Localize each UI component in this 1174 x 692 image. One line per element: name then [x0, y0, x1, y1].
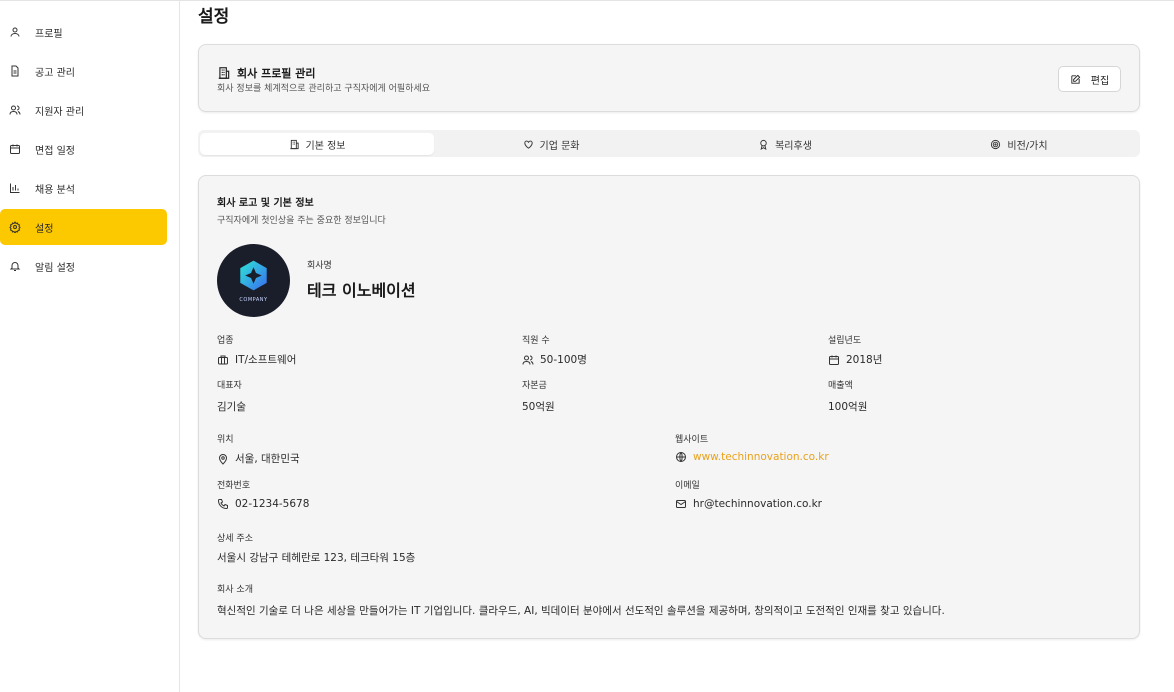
tab-vision[interactable]: 비전/가치 — [902, 133, 1136, 155]
revenue-value: 100억원 — [828, 401, 868, 413]
award-icon — [760, 139, 767, 150]
logo-mark-icon — [240, 260, 267, 291]
gear-icon — [9, 221, 21, 233]
capital-label: 자본금 — [522, 381, 547, 391]
document-icon — [9, 65, 21, 77]
company-name-label: 회사명 — [307, 261, 332, 271]
profile-card-heading: 회사 프로필 관리 — [217, 65, 316, 81]
sidebar-item-label: 지원자 관리 — [35, 106, 85, 118]
founded-value: 2018년 — [828, 352, 882, 367]
target-icon — [991, 139, 1001, 149]
tab-label: 복리후생 — [775, 140, 812, 152]
website-value[interactable]: www.techinnovation.co.kr — [675, 451, 829, 463]
calendar-icon — [9, 143, 21, 155]
employees-value: 50-100명 — [522, 352, 587, 367]
bell-icon — [9, 260, 21, 272]
briefcase-icon — [218, 355, 228, 364]
logo-text: COMPANY — [239, 297, 268, 303]
company-logo: COMPANY — [217, 244, 290, 317]
sidebar-item-label: 면접 일정 — [35, 145, 75, 157]
employees-text: 50-100명 — [540, 354, 587, 366]
location-label: 위치 — [217, 435, 234, 445]
users-icon — [9, 104, 21, 116]
sidebar-item-notifications[interactable]: 알림 설정 — [0, 248, 167, 284]
sidebar-item-profile[interactable]: 프로필 — [0, 14, 167, 50]
intro-text: 혁신적인 기술로 더 나은 세상을 만들어가는 IT 기업입니다. 클라우드, … — [217, 605, 945, 617]
page-title: 설정 — [198, 7, 230, 27]
edit-icon — [1071, 74, 1081, 84]
users-icon — [522, 355, 534, 365]
building-icon — [218, 67, 230, 79]
user-icon — [9, 26, 21, 38]
founded-text: 2018년 — [846, 354, 883, 366]
bar-chart-icon — [9, 182, 21, 194]
phone-icon — [217, 499, 228, 510]
address-label: 상세 주소 — [217, 534, 253, 544]
sidebar-item-analytics[interactable]: 채용 분석 — [0, 170, 167, 206]
company-info-card: 회사 로고 및 기본 정보 구직자에게 첫인상을 주는 중요한 정보입니다 CO… — [198, 175, 1140, 639]
phone-label: 전화번호 — [217, 481, 251, 491]
settings-tabs: 기본 정보 기업 문화 복리후생 비전/가치 — [198, 130, 1140, 157]
location-text: 서울, 대한민국 — [235, 453, 300, 465]
company-profile-card: 회사 프로필 관리 회사 정보를 체계적으로 관리하고 구직자에게 어필하세요 … — [198, 44, 1140, 112]
edit-button-label: 편집 — [1090, 75, 1110, 87]
sidebar: 프로필 공고 관리 지원자 관리 면접 일정 채용 분석 설정 알림 설정 — [0, 1, 180, 692]
industry-value: IT/소프트웨어 — [217, 352, 296, 367]
tab-basic-info[interactable]: 기본 정보 — [200, 133, 434, 155]
email-text: hr@techinnovation.co.kr — [693, 498, 822, 510]
sidebar-item-settings[interactable]: 설정 — [0, 209, 167, 245]
sidebar-item-applicants[interactable]: 지원자 관리 — [0, 92, 167, 128]
edit-button[interactable]: 편집 — [1058, 66, 1121, 92]
tab-label: 비전/가치 — [1007, 140, 1048, 152]
tab-company-culture[interactable]: 기업 문화 — [434, 133, 668, 155]
sidebar-item-label: 공고 관리 — [35, 67, 75, 79]
ceo-value: 김기술 — [217, 401, 246, 413]
industry-label: 업종 — [217, 336, 234, 346]
map-pin-icon — [218, 453, 228, 465]
sidebar-item-label: 프로필 — [35, 28, 63, 40]
section-subtitle: 구직자에게 첫인상을 주는 중요한 정보입니다 — [217, 216, 386, 226]
sidebar-item-label: 채용 분석 — [35, 184, 75, 196]
sidebar-item-label: 알림 설정 — [35, 262, 75, 274]
location-value: 서울, 대한민국 — [217, 451, 300, 466]
building-icon — [289, 139, 299, 149]
heart-icon — [523, 140, 533, 149]
website-link[interactable]: www.techinnovation.co.kr — [693, 451, 829, 463]
capital-value: 50억원 — [522, 401, 555, 413]
sidebar-item-interviews[interactable]: 면접 일정 — [0, 131, 167, 167]
tab-label: 기본 정보 — [305, 140, 346, 152]
company-name: 테크 이노베이션 — [307, 281, 416, 300]
address-value: 서울시 강남구 테헤란로 123, 테크타워 15층 — [217, 552, 416, 564]
globe-icon — [676, 452, 686, 462]
profile-card-title: 회사 프로필 관리 — [237, 67, 316, 80]
founded-label: 설립년도 — [828, 336, 862, 346]
intro-label: 회사 소개 — [217, 585, 253, 595]
email-value: hr@techinnovation.co.kr — [675, 498, 822, 510]
ceo-label: 대표자 — [217, 381, 242, 391]
sidebar-item-job-postings[interactable]: 공고 관리 — [0, 53, 167, 89]
sidebar-item-label: 설정 — [35, 223, 54, 235]
employees-label: 직원 수 — [522, 336, 550, 346]
email-label: 이메일 — [675, 481, 700, 491]
mail-icon — [676, 500, 686, 508]
tab-benefits[interactable]: 복리후생 — [668, 133, 902, 155]
tab-label: 기업 문화 — [539, 140, 580, 152]
revenue-label: 매출액 — [828, 381, 853, 391]
industry-text: IT/소프트웨어 — [235, 354, 297, 366]
phone-value: 02-1234-5678 — [217, 498, 309, 510]
phone-text: 02-1234-5678 — [235, 498, 310, 510]
profile-card-subtitle: 회사 정보를 체계적으로 관리하고 구직자에게 어필하세요 — [217, 84, 431, 94]
calendar-icon — [829, 355, 839, 365]
website-label: 웹사이트 — [675, 435, 709, 445]
section-title: 회사 로고 및 기본 정보 — [217, 198, 314, 209]
